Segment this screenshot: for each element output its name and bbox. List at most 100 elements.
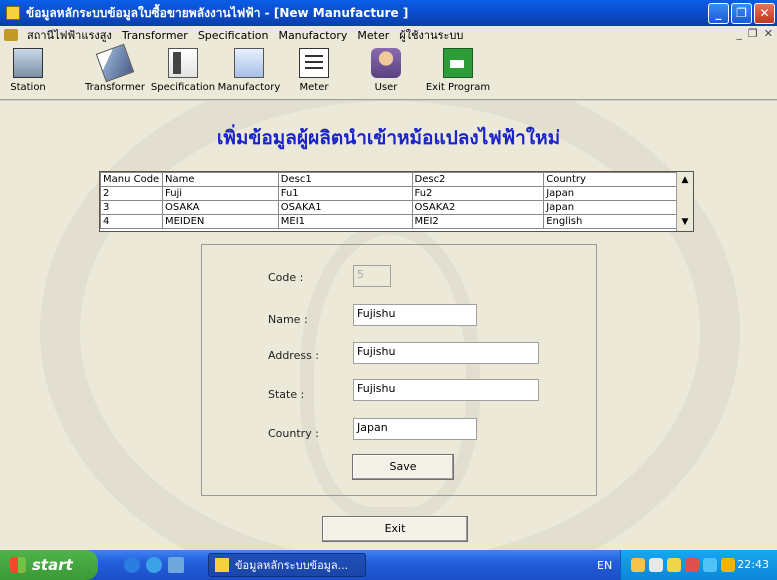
toolbar-transformer-button[interactable]: Transformer xyxy=(80,43,150,93)
cell-name[interactable]: Fuji xyxy=(161,186,279,201)
toolbar-exit-program-button[interactable]: Exit Program xyxy=(420,48,496,93)
toolbar-meter-label: Meter xyxy=(299,82,329,93)
start-button[interactable]: start xyxy=(0,550,98,580)
cell-desc1[interactable]: MEI1 xyxy=(277,214,413,229)
column-header-name[interactable]: Name xyxy=(161,172,279,187)
menu-transformer[interactable]: Transformer xyxy=(117,29,193,42)
menu-meter[interactable]: Meter xyxy=(352,29,394,42)
cell-manu-code[interactable]: 3 xyxy=(100,200,163,215)
security-icon[interactable] xyxy=(685,558,699,572)
toolbar-station-label: Station xyxy=(10,82,46,93)
window-title-bar[interactable]: ข้อมูลหลักระบบข้อมูลใบซื้อขายพลังงานไฟฟ้… xyxy=(0,0,777,26)
cell-country[interactable]: Japan xyxy=(543,186,678,201)
scroll-up-icon[interactable]: ▲ xyxy=(677,172,693,189)
start-label: start xyxy=(32,556,73,574)
finance-icon[interactable] xyxy=(721,558,735,572)
toolbar-user-label: User xyxy=(374,82,398,93)
menu-bar: สถานีไฟฟ้าแรงสูง Transformer Specificati… xyxy=(0,26,777,44)
taskbar: start ข้อมูลหลักระบบข้อมูล... EN 22:43 xyxy=(0,550,777,580)
app-icon xyxy=(6,6,20,20)
network-icon[interactable] xyxy=(631,558,645,572)
name-label: Name : xyxy=(268,313,308,326)
toolbar: Station Transformer Specification Manufa… xyxy=(0,43,777,100)
save-button[interactable]: Save xyxy=(352,454,454,480)
grid-header-row: Manu Code Name Desc1 Desc2 Country xyxy=(100,172,678,187)
menu-station[interactable]: สถานีไฟฟ้าแรงสูง xyxy=(22,26,117,44)
manufacture-grid[interactable]: Manu Code Name Desc1 Desc2 Country 2 Fuj… xyxy=(99,171,694,232)
mdi-minimize-button[interactable]: _ xyxy=(736,27,742,40)
table-row[interactable]: 3 OSAKA OSAKA1 OSAKA2 Japan xyxy=(100,200,678,215)
table-row[interactable]: 2 Fuji Fu1 Fu2 Japan xyxy=(100,186,678,201)
column-header-desc1[interactable]: Desc1 xyxy=(277,172,413,187)
clock[interactable]: 22:43 xyxy=(737,558,769,571)
address-label: Address : xyxy=(268,349,320,362)
cell-desc1[interactable]: OSAKA1 xyxy=(277,200,413,215)
close-button[interactable]: ✕ xyxy=(754,3,775,24)
maximize-button[interactable]: ❐ xyxy=(731,3,752,24)
monitor-icon[interactable] xyxy=(703,558,717,572)
menu-users[interactable]: ผู้ใช้งานระบบ xyxy=(394,26,468,44)
manufacture-form: Code : 5 Name : Fujishu Address : Fujish… xyxy=(201,244,597,496)
toolbar-exit-program-label: Exit Program xyxy=(425,82,491,93)
address-field[interactable]: Fujishu xyxy=(353,342,539,364)
page-title: เพิ่มข้อมูลผู้ผลิตนำเข้าหม้อแปลงไฟฟ้าใหม… xyxy=(216,127,561,149)
column-header-desc2[interactable]: Desc2 xyxy=(411,172,545,187)
toolbar-specification-button[interactable]: Specification xyxy=(150,48,216,93)
name-field[interactable]: Fujishu xyxy=(353,304,477,326)
grid-table: Manu Code Name Desc1 Desc2 Country 2 Fuj… xyxy=(100,172,678,229)
toolbar-user-button[interactable]: User xyxy=(364,48,408,93)
exit-button[interactable]: Exit xyxy=(322,516,468,542)
form-area: เพิ่มข้อมูลผู้ผลิตนำเข้าหม้อแปลงไฟฟ้าใหม… xyxy=(0,101,777,550)
toolbar-specification-label: Specification xyxy=(150,82,216,93)
code-field: 5 xyxy=(353,265,391,287)
cell-desc1[interactable]: Fu1 xyxy=(277,186,413,201)
mdi-close-button[interactable]: ✕ xyxy=(764,27,773,40)
grid-scrollbar[interactable]: ▲ ▼ xyxy=(676,172,693,231)
table-row[interactable]: 4 MEIDEN MEI1 MEI2 English xyxy=(100,214,678,229)
cell-desc2[interactable]: Fu2 xyxy=(411,186,545,201)
state-label: State : xyxy=(268,388,305,401)
cell-name[interactable]: OSAKA xyxy=(161,200,279,215)
taskbar-app-label: ข้อมูลหลักระบบข้อมูล... xyxy=(235,559,349,572)
cell-desc2[interactable]: MEI2 xyxy=(411,214,545,229)
show-desktop-icon[interactable] xyxy=(168,557,184,573)
user-icon xyxy=(371,48,401,78)
internet-explorer-icon[interactable] xyxy=(146,557,162,573)
station-icon xyxy=(13,48,43,78)
cell-manu-code[interactable]: 4 xyxy=(100,214,163,229)
cell-country[interactable]: Japan xyxy=(543,200,678,215)
meter-icon xyxy=(299,48,329,78)
cell-country[interactable]: English xyxy=(543,214,678,229)
app-task-icon xyxy=(215,558,229,572)
menu-specification[interactable]: Specification xyxy=(193,29,274,42)
column-header-country[interactable]: Country xyxy=(543,172,678,187)
scroll-down-icon[interactable]: ▼ xyxy=(677,214,693,231)
cell-manu-code[interactable]: 2 xyxy=(100,186,163,201)
quick-launch xyxy=(124,557,184,573)
specification-icon xyxy=(168,48,198,78)
speaker-icon[interactable] xyxy=(649,558,663,572)
mdi-child-icon[interactable] xyxy=(4,29,18,41)
column-header-manu-code[interactable]: Manu Code xyxy=(100,172,163,187)
messenger-icon[interactable] xyxy=(667,558,681,572)
toolbar-transformer-label: Transformer xyxy=(84,82,145,93)
windows-logo-icon xyxy=(10,557,26,573)
browser-icon[interactable] xyxy=(124,557,140,573)
mdi-restore-button[interactable]: ❐ xyxy=(748,27,758,40)
menu-manufactory[interactable]: Manufactory xyxy=(273,29,352,42)
code-label: Code : xyxy=(268,271,304,284)
cell-desc2[interactable]: OSAKA2 xyxy=(411,200,545,215)
window-title: ข้อมูลหลักระบบข้อมูลใบซื้อขายพลังงานไฟฟ้… xyxy=(26,5,409,20)
country-field[interactable]: Japan xyxy=(353,418,477,440)
taskbar-app-button[interactable]: ข้อมูลหลักระบบข้อมูล... xyxy=(208,553,366,577)
minimize-button[interactable]: _ xyxy=(708,3,729,24)
state-field[interactable]: Fujishu xyxy=(353,379,539,401)
cell-name[interactable]: MEIDEN xyxy=(161,214,279,229)
manufactory-icon xyxy=(234,48,264,78)
transformer-icon xyxy=(95,43,135,83)
toolbar-manufactory-button[interactable]: Manufactory xyxy=(216,48,282,93)
language-indicator[interactable]: EN xyxy=(597,559,612,572)
toolbar-meter-button[interactable]: Meter xyxy=(292,48,336,93)
toolbar-station-button[interactable]: Station xyxy=(4,48,52,93)
exit-program-icon xyxy=(443,48,473,78)
